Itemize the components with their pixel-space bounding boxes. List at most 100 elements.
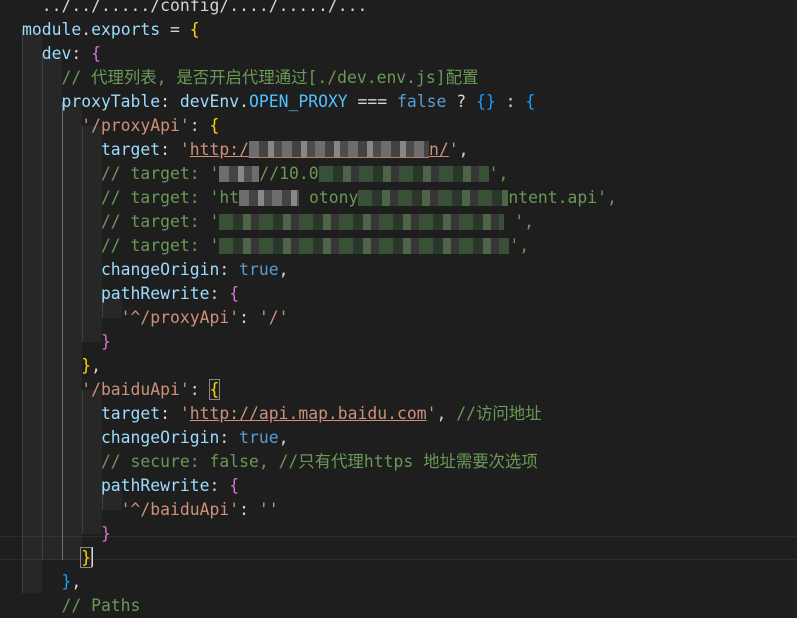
code-token: , <box>91 356 101 375</box>
code-line[interactable]: // target: 'ht otony ntent.api', <box>22 186 617 210</box>
code-token: ' <box>179 404 190 423</box>
code-token: { <box>525 92 536 111</box>
code-line[interactable]: proxyTable: devEnv.OPEN_PROXY === false … <box>22 90 535 114</box>
code-token: '' <box>258 500 279 519</box>
code-token: OPEN_PROXY <box>249 92 348 111</box>
code-token: // target: ' <box>22 164 220 183</box>
code-line[interactable]: // secure: false, //只有代理https 地址需要次选项 <box>22 450 538 474</box>
code-line[interactable]: // target: ' ', <box>22 210 534 234</box>
code-line[interactable]: changeOrigin: true, <box>22 258 289 282</box>
code-token: } <box>100 332 111 351</box>
code-token: : <box>71 44 92 63</box>
code-token: . <box>81 20 92 39</box>
redacted-text <box>239 190 300 206</box>
code-token: // secure: false, //只有代理https 地址需要次选项 <box>22 452 538 471</box>
code-token: target <box>22 140 161 159</box>
code-token: : <box>160 92 180 111</box>
code-token: ' <box>448 140 459 159</box>
code-token: { <box>91 44 101 63</box>
code-token: , <box>278 260 289 279</box>
code-line[interactable]: '/baiduApi': { <box>22 378 221 402</box>
code-token: devEnv <box>179 92 240 111</box>
code-line[interactable]: } <box>22 522 111 546</box>
code-token: : <box>219 428 240 447</box>
code-token: exports <box>91 20 161 39</box>
code-line[interactable]: '^/proxyApi': '/' <box>22 306 289 330</box>
redacted-text <box>358 190 509 206</box>
code-token: === <box>347 92 398 111</box>
current-line-highlight <box>0 536 797 560</box>
code-token: otony <box>299 188 359 207</box>
code-token: //10.0 <box>259 164 319 183</box>
code-token: '/baiduApi' <box>22 380 190 399</box>
code-line[interactable]: } <box>22 330 111 354</box>
code-token: { <box>208 379 221 400</box>
code-token: '^/baiduApi' <box>22 500 240 519</box>
redacted-text <box>249 141 429 158</box>
code-token: {} <box>475 92 496 111</box>
code-token: { <box>209 116 220 135</box>
code-token: : <box>160 140 180 159</box>
code-token: : <box>239 500 259 519</box>
code-line[interactable]: target: 'http:/n/', <box>22 138 469 162</box>
code-token: { <box>189 20 200 39</box>
code-token: , <box>458 140 469 159</box>
code-line[interactable]: changeOrigin: true, <box>22 426 289 450</box>
code-line[interactable]: dev: { <box>22 42 101 66</box>
code-token: true <box>239 428 279 447</box>
redacted-text <box>219 214 505 230</box>
code-line[interactable]: '^/baiduApi': '' <box>22 498 279 522</box>
code-line[interactable]: }, <box>22 570 81 594</box>
code-line[interactable]: } <box>22 546 94 570</box>
code-token: } <box>81 356 92 375</box>
code-token: = <box>160 20 190 39</box>
code-token: '^/proxyApi' <box>22 308 240 327</box>
code-token: // target: ' <box>22 212 220 231</box>
code-token: dev <box>22 44 72 63</box>
code-line[interactable]: '/proxyApi': { <box>22 114 219 138</box>
code-token: ', <box>488 164 509 183</box>
code-line[interactable]: pathRewrite: { <box>22 282 239 306</box>
code-token: . <box>239 92 249 111</box>
code-token: : <box>219 260 240 279</box>
code-token: false <box>397 92 447 111</box>
code-token: : <box>239 308 259 327</box>
code-token: target <box>22 404 161 423</box>
code-token: true <box>239 260 279 279</box>
code-token: : <box>209 284 230 303</box>
code-token: n/ <box>429 140 449 159</box>
code-token: ', <box>597 188 617 207</box>
code-line[interactable]: // target: ' ', <box>22 234 529 258</box>
code-token: ? <box>446 92 476 111</box>
code-line[interactable]: }, <box>22 354 101 378</box>
code-token: } <box>80 547 93 568</box>
code-line[interactable]: target: 'http://api.map.baidu.com', //访问… <box>22 402 542 426</box>
code-line[interactable]: pathRewrite: { <box>22 474 239 498</box>
code-editor[interactable]: ../../...../config/..../...../... module.… <box>0 0 797 615</box>
code-token: changeOrigin <box>22 428 220 447</box>
code-line[interactable]: module.exports = { <box>22 18 200 42</box>
code-token: ', <box>509 236 530 255</box>
redacted-text <box>219 166 260 182</box>
code-token: } <box>61 572 72 591</box>
redacted-text <box>219 238 510 254</box>
code-token: '/proxyApi' <box>22 116 190 135</box>
code-line[interactable]: ../../...../config/..../...../... <box>22 0 368 18</box>
code-line[interactable]: // target: ' //10.0 ', <box>22 162 508 186</box>
code-token: // target: 'ht <box>22 188 240 207</box>
code-token: //访问地址 <box>456 404 542 423</box>
code-token: ../../...../config/..../...../... <box>41 0 368 15</box>
redacted-text <box>318 166 489 182</box>
code-token: , <box>436 404 457 423</box>
code-token: : <box>160 404 180 423</box>
code-line[interactable]: // 代理列表, 是否开启代理通过[./dev.env.js]配置 <box>22 66 478 90</box>
code-line[interactable]: // Paths <box>22 594 140 618</box>
code-token: , <box>71 572 82 591</box>
code-token: // Paths <box>22 596 141 615</box>
text-cursor <box>91 547 94 567</box>
